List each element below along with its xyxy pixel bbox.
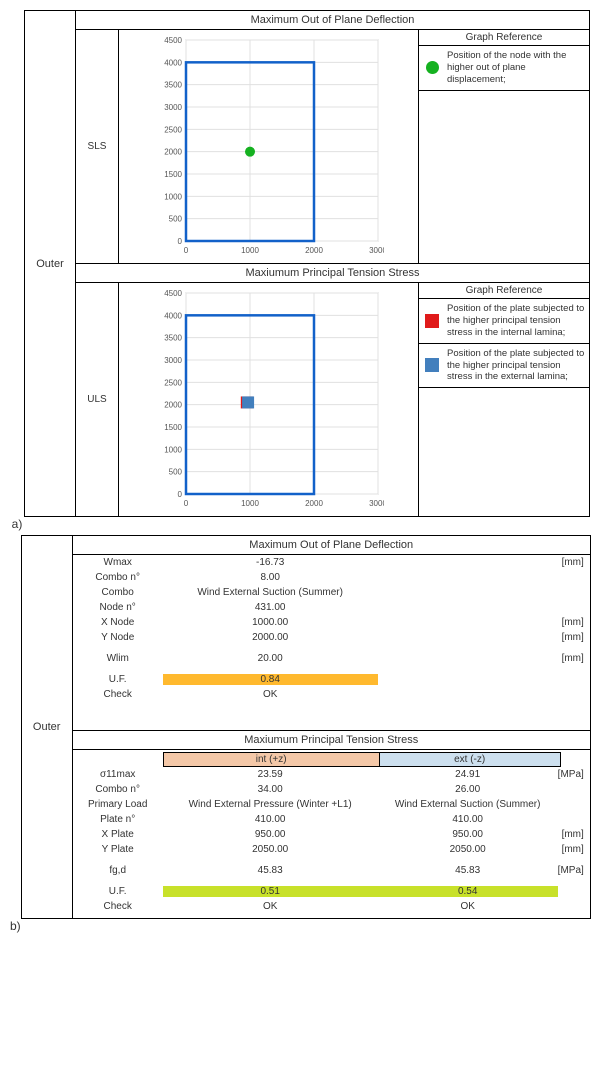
svg-text:2500: 2500 — [164, 125, 182, 134]
svg-text:0: 0 — [183, 499, 188, 508]
sls-legend: Graph Reference Position of the node wit… — [419, 30, 589, 263]
svg-text:500: 500 — [168, 468, 182, 477]
table-row: Wmax-16.73[mm] — [73, 555, 590, 570]
fgd-row: fg,d 45.83 45.83 [MPa] — [73, 863, 590, 878]
svg-text:1500: 1500 — [164, 170, 182, 179]
green-circle-icon — [423, 59, 441, 77]
blue-square-icon — [423, 356, 441, 374]
table-row: ComboWind External Suction (Summer) — [73, 585, 590, 600]
panel-b: Outer Maximum Out of Plane Deflection Wm… — [21, 535, 591, 919]
legend-row-red: Position of the plate subjected to the h… — [419, 299, 589, 344]
svg-text:2000: 2000 — [164, 401, 182, 410]
table-row: Y Plate2050.002050.00[mm] — [73, 842, 590, 857]
svg-text:1000: 1000 — [241, 246, 259, 255]
table-row: X Plate950.00950.00[mm] — [73, 827, 590, 842]
svg-text:0: 0 — [177, 237, 182, 246]
svg-text:3000: 3000 — [369, 499, 384, 508]
deflection-title-b: Maximum Out of Plane Deflection — [73, 536, 590, 555]
uf-row-stress: U.F. 0.51 0.54 — [73, 884, 590, 899]
svg-text:2500: 2500 — [164, 378, 182, 387]
svg-text:2000: 2000 — [305, 499, 323, 508]
table-row: Combo n°8.00 — [73, 570, 590, 585]
panel-a-tag: a) — [10, 10, 24, 535]
panel-b-tag: b) — [10, 535, 21, 937]
uf-row: U.F. 0.84 — [73, 672, 590, 687]
sls-label: SLS — [76, 30, 119, 263]
wlim-row: Wlim 20.00 [mm] — [73, 651, 590, 666]
outer-label-a: Outer — [25, 11, 76, 516]
svg-text:1000: 1000 — [164, 445, 182, 454]
svg-text:3000: 3000 — [369, 246, 384, 255]
svg-text:4500: 4500 — [164, 289, 182, 298]
panel-a: Outer Maximum Out of Plane Deflection SL… — [24, 10, 590, 517]
legend-text: Position of the node with the higher out… — [447, 50, 585, 86]
svg-text:4500: 4500 — [164, 36, 182, 45]
table-row: Plate n°410.00410.00 — [73, 812, 590, 827]
legend-text: Position of the plate subjected to the h… — [447, 303, 585, 339]
uls-graph: 0 500 1000 1500 2000 2500 3000 3500 4000 4500 0 100… — [119, 283, 419, 516]
svg-text:0: 0 — [177, 490, 182, 499]
legend-text: Position of the plate subjected to the h… — [447, 348, 585, 384]
uls-section: ULS 0 500 1000 1500 2000 2500 3000 3500 4000 4500… — [76, 283, 589, 516]
svg-text:0: 0 — [183, 246, 188, 255]
svg-text:4000: 4000 — [164, 311, 182, 320]
svg-text:2000: 2000 — [164, 148, 182, 157]
check-row: Check OK — [73, 687, 590, 702]
ext-col-header: ext (-z) — [380, 752, 561, 767]
stress-title-a: Maxiumum Principal Tension Stress — [76, 264, 589, 283]
uls-legend: Graph Reference Position of the plate su… — [419, 283, 589, 516]
svg-text:3000: 3000 — [164, 103, 182, 112]
svg-text:3500: 3500 — [164, 334, 182, 343]
outer-label-b: Outer — [22, 536, 73, 918]
svg-text:1000: 1000 — [241, 499, 259, 508]
check-row-stress: Check OK OK — [73, 899, 590, 914]
uls-label: ULS — [76, 283, 119, 516]
table-row: X Node1000.00[mm] — [73, 615, 590, 630]
sls-graph: 0 500 1000 1500 2000 2500 3000 3500 4000 4500 0 100… — [119, 30, 419, 263]
uf-ext: 0.54 — [378, 886, 558, 897]
table-row: Primary LoadWind External Pressure (Wint… — [73, 797, 590, 812]
sls-section: SLS 0 500 1000 1500 2000 2500 3000 3500 4000 4500… — [76, 30, 589, 264]
svg-text:1500: 1500 — [164, 423, 182, 432]
svg-text:1000: 1000 — [164, 192, 182, 201]
svg-text:3500: 3500 — [164, 81, 182, 90]
svg-text:2000: 2000 — [305, 246, 323, 255]
uf-int: 0.51 — [163, 886, 378, 897]
deflection-title-a: Maximum Out of Plane Deflection — [76, 11, 589, 30]
deflection-data: Maximum Out of Plane Deflection Wmax-16.… — [73, 536, 590, 731]
uf-value: 0.84 — [163, 674, 378, 685]
svg-text:500: 500 — [168, 215, 182, 224]
table-row: Node n°431.00 — [73, 600, 590, 615]
svg-text:4000: 4000 — [164, 58, 182, 67]
table-row: Combo n°34.0026.00 — [73, 782, 590, 797]
graph-ref-header-1: Graph Reference — [419, 30, 589, 46]
stress-data: Maxiumum Principal Tension Stress int (+… — [73, 731, 590, 918]
svg-text:3000: 3000 — [164, 356, 182, 365]
graph-ref-header-2: Graph Reference — [419, 283, 589, 299]
legend-row-green: Position of the node with the higher out… — [419, 46, 589, 91]
table-row: σ11max23.5924.91[MPa] — [73, 767, 590, 782]
stress-column-headers: int (+z) ext (-z) — [73, 752, 590, 767]
table-row: Y Node2000.00[mm] — [73, 630, 590, 645]
stress-title-b: Maxiumum Principal Tension Stress — [73, 731, 590, 750]
legend-row-blue: Position of the plate subjected to the h… — [419, 344, 589, 389]
int-col-header: int (+z) — [163, 752, 380, 767]
red-square-icon — [423, 312, 441, 330]
